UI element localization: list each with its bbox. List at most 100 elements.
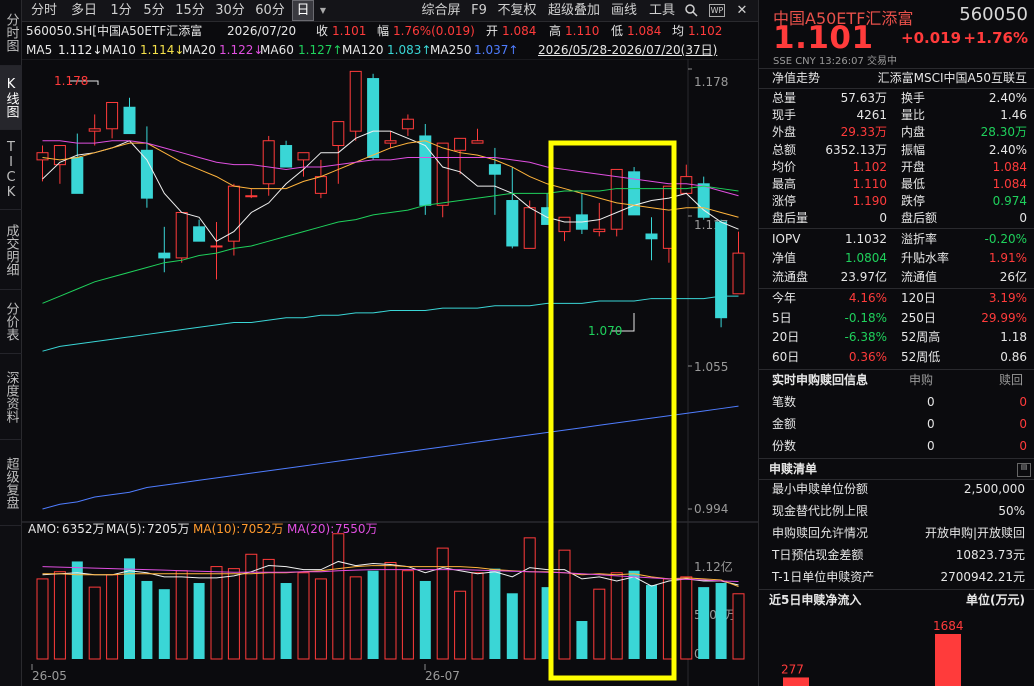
ma250-line [42,405,739,510]
period-daily[interactable]: 日 [292,0,314,21]
quotes-v1: 1.110 [852,177,887,191]
ma5-value: 1.112↓ [58,43,103,57]
candle-body [175,211,188,259]
close-label: 收 [316,24,329,38]
kline-svg[interactable]: 1.178 1.117 1.055 0.994 1.12亿 5600万 0 AM… [22,58,758,686]
volume-bar [593,588,606,660]
toolbar: 分时 多日 1分 5分 15分 30分 60分 日 ▼ 综合屏 F9 不复权 超… [22,0,758,22]
volume-bar [628,570,640,659]
nav-trend-link[interactable]: 净值走势 [772,70,820,87]
quotes-l2: 量比 [901,108,926,123]
high-annotation: 1.178 [54,74,88,88]
btn-f9[interactable]: F9 [468,0,490,21]
vol-ma10-label: MA(10): [193,522,240,536]
close-icon[interactable]: ✕ [732,0,752,21]
list-value: 50% [998,504,1025,518]
quotes-l1: 外盘 [772,125,797,140]
candle-body [593,228,606,233]
candle-body [506,200,519,247]
list-value: 2700942.21元 [940,570,1025,584]
btn-draw-line[interactable]: 画线 [608,0,640,21]
quotes-l1: 总额 [772,142,797,157]
quotes-v2: 0.974 [992,194,1027,209]
amp-value: 1.76%(0.019) [393,24,475,38]
tab-depth-data[interactable]: 深度资料 [0,354,22,440]
list-label: 最小申赎单位份额 [772,482,869,496]
iopv-v1: 1.0804 [845,251,887,265]
tab-trade-details[interactable]: 成交明细 [0,210,22,290]
tab-kline[interactable]: K线图 [0,66,22,130]
ma20-label: MA20 [182,43,216,57]
list-label: T日预估现金差额 [772,548,864,562]
periods-v1: 4.16% [848,291,887,305]
btn-composite[interactable]: 综合屏 [418,0,464,21]
realtime-col-subscribe: 申购 [909,373,934,387]
tab-intraday[interactable]: 分时图 [0,0,22,66]
tab-tick[interactable]: TICK [0,130,22,210]
candle-body [488,164,501,175]
quotes-row: 总额 6352.13万 振幅 2.40% [759,142,1034,159]
realtime-col-redeem: 赎回 [999,373,1024,387]
tab-super-replay[interactable]: 超级复盘 [0,440,22,526]
ma10-label: MA10 [102,43,136,57]
quotes-v2: 0 [1019,211,1027,226]
volume-bar [332,533,345,660]
candle-body [332,121,345,147]
period-60min[interactable]: 60分 [252,0,288,21]
btn-tools[interactable]: 工具 [646,0,678,21]
quotes-l2: 振幅 [901,142,926,157]
realtime-row: 份数 0 0 [759,438,1034,455]
period-intraday[interactable]: 分时 [26,0,62,21]
period-30min[interactable]: 30分 [212,0,248,21]
period-dropdown-arrow[interactable]: ▼ [316,0,330,21]
volume-bar [141,580,153,659]
quotes-l1: 现手 [772,108,797,123]
periods-v1: -6.38% [844,330,887,344]
iopv-l2: 升贴水率 [901,251,950,265]
period-1min[interactable]: 1分 [106,0,136,21]
volume-bar [610,572,623,660]
realtime-redeem-value: 0 [1019,395,1027,409]
quotes-v1: 1.102 [852,159,887,174]
realtime-subscribe-value: 0 [927,439,935,453]
list-table-icon[interactable]: ▤ [1017,463,1031,477]
ma250-label: MA250 [430,43,472,57]
tab-price-table[interactable]: 分价表 [0,290,22,354]
index-name: 汇添富MSCI中国A50互联互 [877,71,1027,85]
candle-body [645,233,658,240]
ma120-label: MA120 [342,43,384,57]
ma5-label: MA5 [26,43,53,57]
quotes-row: 总量 57.63万 换手 2.40% [759,90,1034,107]
ma60-value: 1.127↑ [298,43,343,57]
kline-info-bar: 560050.SH[中国A50ETF汇添富 2026/07/20 收 1.101… [22,22,758,40]
quotes-l2: 最低 [901,177,926,191]
candle-body [419,135,432,206]
avg-label: 均 [672,24,685,38]
date-range[interactable]: 2026/05/28-2026/07/20(37日) [538,41,717,59]
last-price: 1.101 [773,20,874,56]
realtime-subscribe-value: 0 [927,417,935,431]
candle-body [245,195,258,198]
vol-ma5-label: MA(5): [106,522,146,536]
candle-body [680,176,693,194]
candle-body [454,137,467,151]
amp-label: 幅 [377,24,390,38]
wp-icon[interactable]: WP [706,0,728,21]
period-5min[interactable]: 5分 [139,0,169,21]
price-tick-1: 1.178 [694,75,728,89]
btn-super-overlay[interactable]: 超级叠加 [544,0,604,21]
period-multiday[interactable]: 多日 [66,0,102,21]
search-icon[interactable] [682,0,700,21]
quotes-v2: 1.46 [1000,108,1027,123]
period-15min[interactable]: 15分 [172,0,208,21]
volume-bar [576,621,588,659]
kline-chart-area[interactable]: 1.178 1.117 1.055 0.994 1.12亿 5600万 0 AM… [22,58,758,686]
candle-body [193,226,206,242]
security-code-name: 560050.SH[中国A50ETF汇添富 [26,24,203,38]
realtime-redeem-value: 0 [1019,417,1027,431]
iopv-row: 净值 1.0804 升贴水率 1.91% [759,250,1034,267]
list-row: T日预估现金差额 10823.73元 [759,547,1034,564]
list-title: 申赎清单 [769,462,818,476]
btn-no-adjust[interactable]: 不复权 [494,0,540,21]
periods-l2: 52周低 [901,349,941,364]
